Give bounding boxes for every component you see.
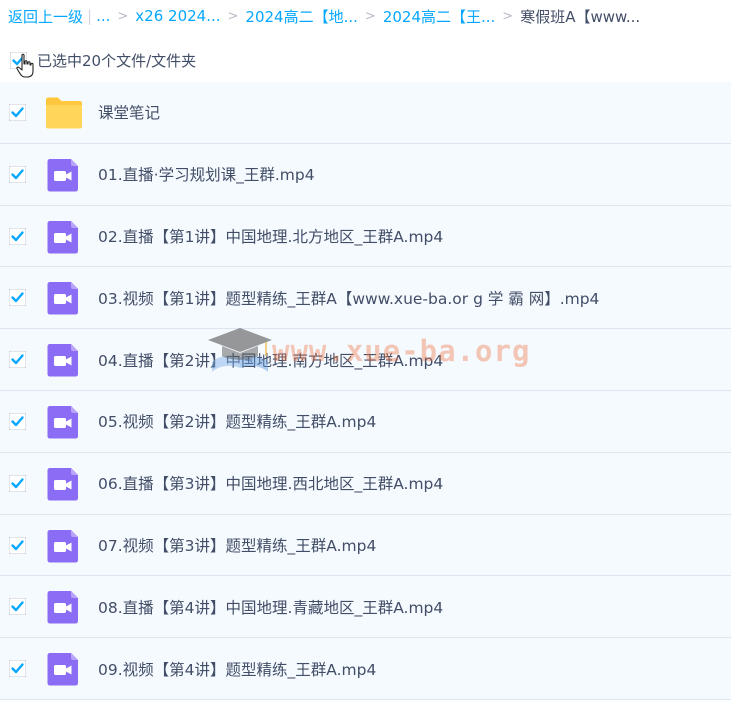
checkmark-icon bbox=[9, 104, 26, 121]
file-row[interactable]: 课堂笔记 bbox=[0, 82, 731, 144]
file-checkbox[interactable] bbox=[9, 227, 26, 245]
file-name[interactable]: 01.直播·学习规划课_王群.mp4 bbox=[98, 163, 315, 185]
file-checkbox[interactable] bbox=[9, 165, 26, 183]
checkmark-icon bbox=[9, 165, 26, 183]
video-file-icon bbox=[47, 282, 78, 315]
file-checkbox[interactable] bbox=[9, 660, 26, 678]
video-file-icon bbox=[47, 158, 78, 192]
chevron-right-icon: > bbox=[364, 8, 376, 24]
breadcrumb-item-1[interactable]: x26 2024... bbox=[135, 7, 220, 25]
breadcrumb-ellipsis[interactable]: ... bbox=[96, 7, 110, 25]
file-row[interactable]: 04.直播【第2讲】中国地理.南方地区_王群A.mp4 bbox=[0, 329, 731, 391]
chevron-right-icon: > bbox=[227, 8, 239, 24]
file-row[interactable]: 02.直播【第1讲】中国地理.北方地区_王群A.mp4 bbox=[0, 205, 731, 268]
video-file-icon bbox=[47, 344, 78, 377]
file-list: 课堂笔记 01.直播·学习规划课_王群.mp4 02.直播【第1讲】中国地理.北方地… bbox=[0, 82, 731, 700]
chevron-right-icon: > bbox=[502, 8, 514, 24]
checkmark-icon bbox=[9, 351, 26, 369]
breadcrumb: 返回上一级 | ... > x26 2024... > 2024高二【地... … bbox=[0, 0, 731, 32]
file-name[interactable]: 03.视频【第1讲】题型精练_王群A【www.xue-ba.or g 学 霸 网… bbox=[98, 287, 599, 309]
checkmark-icon bbox=[9, 227, 26, 245]
file-row[interactable]: 03.视频【第1讲】题型精练_王群A【www.xue-ba.or g 学 霸 网… bbox=[0, 267, 731, 330]
checkmark-icon bbox=[9, 598, 26, 616]
breadcrumb-current: 寒假班A【www... bbox=[520, 7, 641, 26]
checkmark-icon bbox=[9, 474, 26, 492]
file-row[interactable]: 07.视频【第3讲】题型精练_王群A.mp4 bbox=[0, 514, 731, 577]
file-name[interactable]: 06.直播【第3讲】中国地理.西北地区_王群A.mp4 bbox=[98, 472, 443, 494]
checkmark-icon bbox=[9, 412, 26, 430]
breadcrumb-item-3[interactable]: 2024高二【王... bbox=[383, 6, 495, 27]
selection-count-text: 已选中20个文件/文件夹 bbox=[37, 51, 197, 70]
file-name[interactable]: 08.直播【第4讲】中国地理.青藏地区_王群A.mp4 bbox=[98, 596, 443, 618]
video-file-icon bbox=[47, 220, 78, 254]
video-file-icon bbox=[47, 529, 78, 563]
video-file-icon bbox=[47, 467, 78, 501]
video-file-icon bbox=[47, 405, 78, 439]
checkmark-icon bbox=[9, 660, 26, 678]
file-checkbox[interactable] bbox=[9, 104, 26, 121]
folder-icon bbox=[46, 97, 82, 129]
file-row[interactable]: 01.直播·学习规划课_王群.mp4 bbox=[0, 143, 731, 206]
file-checkbox[interactable] bbox=[9, 474, 26, 492]
file-row[interactable]: 09.视频【第4讲】题型精练_王群A.mp4 bbox=[0, 638, 731, 700]
back-link[interactable]: 返回上一级 bbox=[8, 6, 83, 27]
file-row[interactable]: 06.直播【第3讲】中国地理.西北地区_王群A.mp4 bbox=[0, 452, 731, 515]
file-checkbox[interactable] bbox=[9, 598, 26, 616]
file-name[interactable]: 05.视频【第2讲】题型精练_王群A.mp4 bbox=[98, 410, 376, 432]
hand-cursor-icon bbox=[16, 53, 34, 78]
breadcrumb-divider: | bbox=[87, 7, 93, 25]
file-row[interactable]: 08.直播【第4讲】中国地理.青藏地区_王群A.mp4 bbox=[0, 576, 731, 639]
file-checkbox[interactable] bbox=[9, 289, 26, 307]
checkmark-icon bbox=[9, 536, 26, 554]
file-name[interactable]: 09.视频【第4讲】题型精练_王群A.mp4 bbox=[98, 658, 376, 680]
checkmark-icon bbox=[9, 289, 26, 307]
selection-bar: 已选中20个文件/文件夹 bbox=[0, 38, 731, 82]
file-name[interactable]: 07.视频【第3讲】题型精练_王群A.mp4 bbox=[98, 534, 376, 556]
breadcrumb-item-2[interactable]: 2024高二【地... bbox=[245, 6, 357, 27]
file-checkbox[interactable] bbox=[9, 412, 26, 430]
file-name[interactable]: 04.直播【第2讲】中国地理.南方地区_王群A.mp4 bbox=[98, 349, 443, 371]
file-checkbox[interactable] bbox=[9, 351, 26, 369]
file-row[interactable]: 05.视频【第2讲】题型精练_王群A.mp4 bbox=[0, 390, 731, 453]
file-name[interactable]: 02.直播【第1讲】中国地理.北方地区_王群A.mp4 bbox=[98, 225, 443, 247]
file-checkbox[interactable] bbox=[9, 536, 26, 554]
chevron-right-icon: > bbox=[117, 8, 129, 24]
video-file-icon bbox=[47, 653, 78, 686]
file-name[interactable]: 课堂笔记 bbox=[98, 101, 160, 123]
video-file-icon bbox=[47, 591, 78, 624]
